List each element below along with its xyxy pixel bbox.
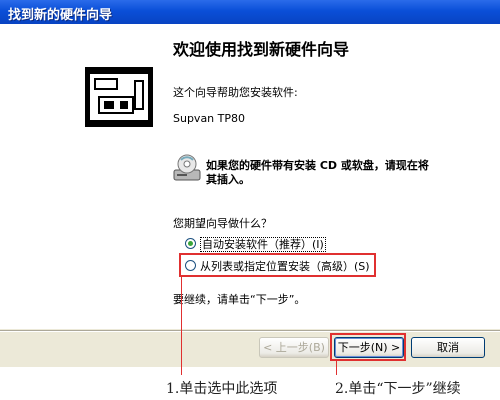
radio-auto-install[interactable]: [185, 238, 196, 249]
highlight-next-box: [330, 333, 406, 361]
annotation-step1: 1.单击选中此选项: [166, 381, 278, 397]
window-title: 找到新的硬件向导: [8, 8, 113, 23]
back-button[interactable]: < 上一步(B): [259, 337, 329, 358]
device-name: Supvan TP80: [173, 112, 246, 125]
wizard-content: 欢迎使用找到新硬件向导 这个向导帮助您安装软件: Supvan TP80 如果您…: [163, 24, 500, 329]
continue-text: 要继续，请单击“下一步”。: [173, 293, 306, 306]
intro-text: 这个向导帮助您安装软件:: [173, 86, 298, 99]
hardware-card-icon: [85, 67, 153, 127]
wizard-side-panel: [0, 24, 163, 329]
wizard-window: 找到新的硬件向导 欢迎使用找到新硬件向导 这个向导帮助您安装软件: Supvan…: [0, 0, 500, 367]
leader-line-2: [336, 361, 337, 375]
cd-prompt-line2: 其插入。: [206, 173, 250, 186]
option-auto-install-label: 自动安装软件（推荐）(I): [200, 237, 326, 252]
leader-line-1: [181, 277, 182, 375]
highlight-option-box: [179, 253, 376, 277]
cancel-button[interactable]: 取消: [411, 337, 485, 358]
page-heading: 欢迎使用找到新硬件向导: [173, 40, 350, 59]
cd-drive-icon: [173, 154, 201, 181]
separator: [0, 330, 500, 332]
title-bar[interactable]: 找到新的硬件向导: [0, 0, 500, 24]
question-text: 您期望向导做什么？: [173, 217, 272, 230]
annotation-step2: 2.单击“下一步”继续: [335, 381, 461, 397]
